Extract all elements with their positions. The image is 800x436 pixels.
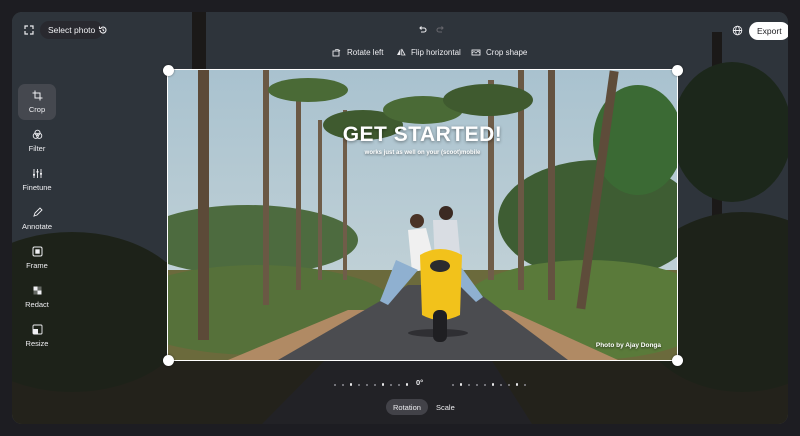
crop-shape-label: Crop shape bbox=[486, 47, 528, 57]
resize-icon bbox=[32, 324, 42, 335]
finetune-icon bbox=[32, 169, 42, 178]
redo-icon[interactable] bbox=[430, 19, 452, 41]
photo-subline: works just as well on your (scoot)mobile bbox=[364, 150, 481, 156]
filter-icon bbox=[32, 129, 42, 139]
history-icon[interactable] bbox=[92, 19, 114, 41]
tab-scale[interactable]: Scale bbox=[429, 399, 462, 415]
frame-icon bbox=[32, 246, 42, 257]
sidebar-item-frame[interactable]: Frame bbox=[18, 240, 56, 276]
photo-headline: GET STARTED! bbox=[342, 123, 503, 146]
flip-horizontal-icon bbox=[397, 48, 406, 56]
crop-area[interactable]: GET STARTED! works just as well on your … bbox=[167, 69, 678, 361]
rotate-left-button[interactable]: Rotate left bbox=[332, 47, 383, 57]
sidebar-item-resize[interactable]: Resize bbox=[18, 318, 56, 354]
annotate-icon bbox=[32, 207, 43, 217]
sidebar-item-label: Resize bbox=[25, 339, 49, 348]
sidebar-item-label: Finetune bbox=[22, 183, 52, 192]
export-button[interactable]: Export bbox=[749, 22, 788, 40]
export-label: Export bbox=[757, 26, 782, 36]
crop-handle-bottom-right[interactable] bbox=[672, 355, 683, 366]
flip-horizontal-button[interactable]: Flip horizontal bbox=[396, 47, 461, 57]
tab-rotation[interactable]: Rotation bbox=[386, 399, 428, 415]
sidebar-item-filter[interactable]: Filter bbox=[18, 123, 56, 159]
fullscreen-icon[interactable] bbox=[18, 19, 40, 41]
tab-rotation-label: Rotation bbox=[393, 402, 421, 412]
photo bbox=[168, 70, 677, 360]
photo-editor: Select photo Export Rotate left Flip hor… bbox=[12, 12, 788, 424]
crop-tools: Rotate left Flip horizontal Crop shape bbox=[12, 47, 788, 61]
sidebar-item-label: Filter bbox=[28, 144, 46, 153]
photo-credit: Photo by Ajay Donga bbox=[595, 342, 661, 349]
crop-handle-top-left[interactable] bbox=[163, 65, 174, 76]
rotation-degrees: 0° bbox=[416, 378, 424, 387]
crop-icon bbox=[32, 90, 42, 101]
rotate-left-icon bbox=[332, 49, 341, 57]
crop-shape-button[interactable]: Crop shape bbox=[471, 47, 527, 57]
sidebar-item-label: Annotate bbox=[21, 222, 53, 231]
sidebar-item-label: Frame bbox=[26, 261, 48, 270]
sidebar-item-finetune[interactable]: Finetune bbox=[18, 162, 56, 198]
sidebar-item-annotate[interactable]: Annotate bbox=[18, 201, 56, 237]
rotate-left-label: Rotate left bbox=[347, 47, 384, 57]
top-bar: Select photo Export bbox=[12, 12, 788, 48]
crop-handle-top-right[interactable] bbox=[672, 65, 683, 76]
crop-handle-bottom-left[interactable] bbox=[163, 355, 174, 366]
globe-icon[interactable] bbox=[726, 19, 748, 41]
redact-icon bbox=[33, 286, 41, 295]
sidebar-item-redact[interactable]: Redact bbox=[18, 279, 56, 315]
sidebar-item-label: Crop bbox=[28, 105, 46, 114]
rotation-ruler[interactable] bbox=[330, 380, 530, 390]
tab-scale-label: Scale bbox=[436, 402, 455, 412]
flip-horizontal-label: Flip horizontal bbox=[411, 47, 461, 57]
sidebar-item-label: Redact bbox=[25, 300, 49, 309]
crop-shape-icon bbox=[471, 49, 481, 56]
select-photo-label: Select photo bbox=[48, 25, 96, 35]
sidebar-item-crop[interactable]: Crop bbox=[18, 84, 56, 120]
